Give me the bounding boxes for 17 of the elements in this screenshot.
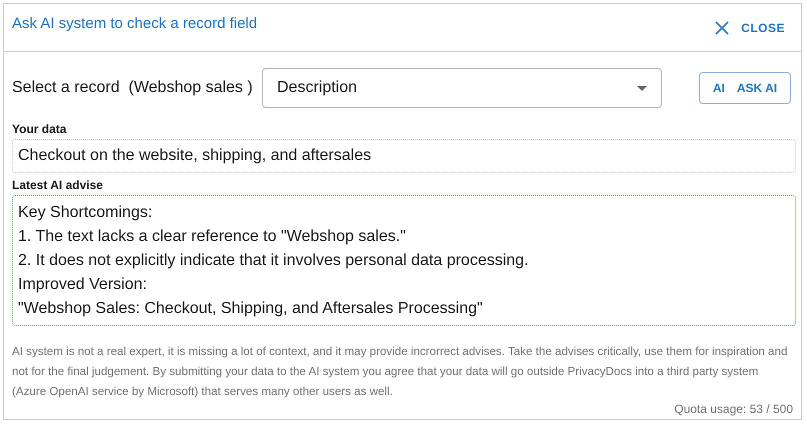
advice-line: 2. It does not explicitly indicate that it involves personal data processing. bbox=[18, 251, 530, 271]
record-label: Select a record (Webshop sales ) bbox=[12, 79, 254, 97]
your-data-label: Your data bbox=[12, 122, 68, 136]
advice-line: Key Shortcomings: bbox=[18, 203, 154, 223]
record-select[interactable]: Description bbox=[262, 68, 662, 108]
advice-line: 1. The text lacks a clear reference to "Webshop sales." bbox=[18, 227, 407, 247]
dropdown-caret-icon bbox=[637, 86, 647, 90]
quota-usage: Quota usage: 53 / 500 bbox=[674, 402, 793, 416]
advice-line: Improved Version: bbox=[18, 275, 148, 295]
advice-line: "Webshop Sales: Checkout, Shipping, and Aftersales Processing" bbox=[18, 299, 484, 319]
ai-advice-label: Latest AI advise bbox=[12, 178, 104, 192]
ask-ai-button[interactable]: AI ASK AI bbox=[699, 72, 791, 104]
your-data-field[interactable]: Checkout on the website, shipping, and aftersales bbox=[12, 139, 796, 173]
disclaimer-text: AI system is not a real expert, it is missing a lot of context, and it may provide incrorrect advises. Take the advises critically, use them for inspiration and not for the final judgement. By submitting your data to the AI system you agree that your data will go outside PrivacyDocs into a third party system (Azure OpenAI service by Microsoft) that serves many other users as well. bbox=[12, 344, 788, 400]
close-icon bbox=[715, 20, 730, 34]
dialog-title: Ask AI system to check a record field bbox=[12, 15, 258, 32]
close-button[interactable]: CLOSE bbox=[715, 16, 785, 38]
